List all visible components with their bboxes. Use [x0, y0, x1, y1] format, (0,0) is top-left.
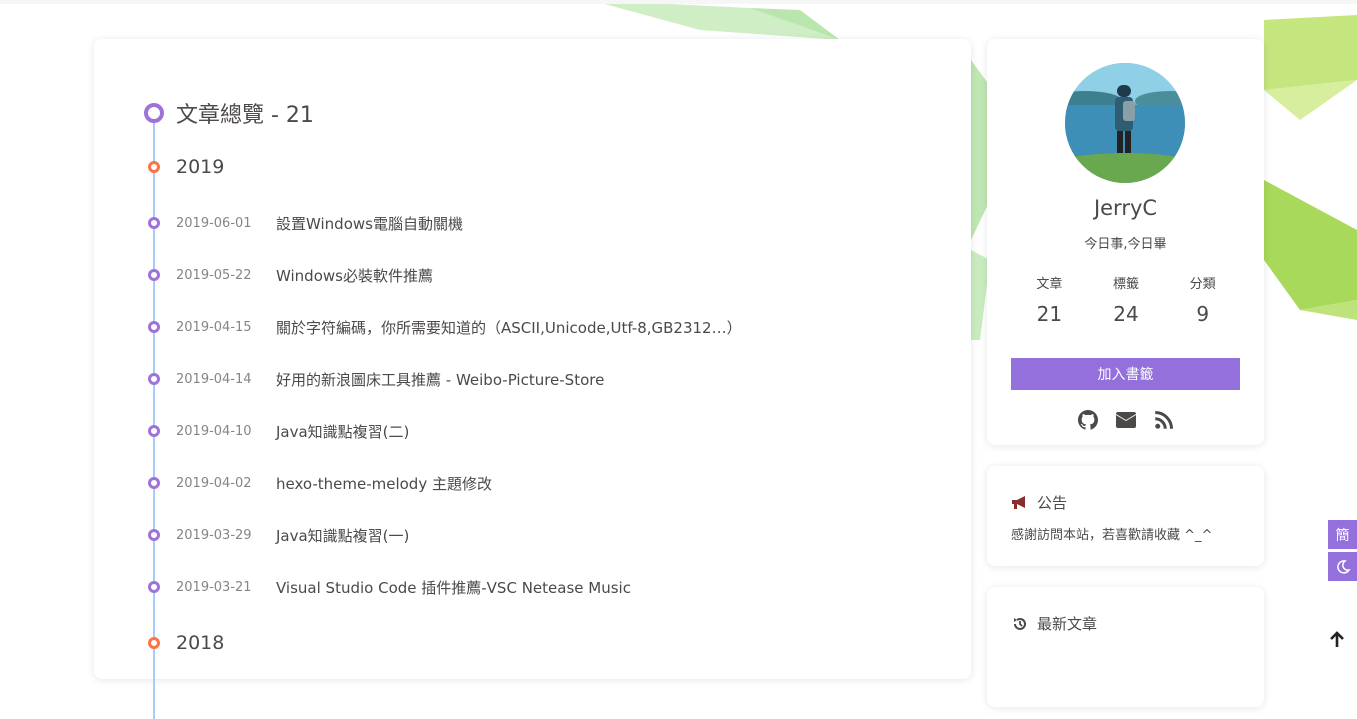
post-date: 2019-04-02	[176, 475, 252, 491]
dark-mode-button[interactable]	[1328, 552, 1357, 581]
megaphone-icon	[1012, 495, 1025, 509]
post-dot	[148, 321, 160, 333]
recent-header: 最新文章	[1011, 613, 1097, 634]
author-card: JerryC 今日事,今日畢 文章 21 標籤 24 分類 9 加入書籤	[987, 39, 1264, 445]
timeline-head-dot	[144, 103, 164, 123]
post-date: 2019-04-14	[176, 371, 252, 387]
avatar	[1065, 63, 1185, 183]
simplified-label: 簡	[1335, 527, 1350, 544]
stat-value: 9	[1196, 302, 1210, 326]
stat-posts[interactable]: 文章 21	[1011, 273, 1088, 326]
top-bar	[0, 0, 1357, 4]
moon-icon	[1336, 559, 1351, 574]
post-dot	[148, 581, 160, 593]
year-label: 2019	[176, 156, 225, 178]
list-item: 2019-04-02 hexo-theme-melody 主題修改	[148, 473, 492, 493]
simplified-chinese-button[interactable]: 簡	[1328, 520, 1357, 549]
archive-title: 文章總覽 - 21	[144, 98, 314, 128]
announcement-text: 感謝訪問本站，若喜歡請收藏 ^_^	[1011, 528, 1213, 543]
post-link[interactable]: hexo-theme-melody 主題修改	[276, 473, 492, 494]
social-links	[987, 410, 1264, 430]
rss-icon[interactable]	[1154, 410, 1174, 430]
stat-label: 標籤	[1113, 277, 1140, 292]
stat-value: 21	[1036, 302, 1063, 326]
list-item: 2019-04-10 Java知識點複習(二)	[148, 421, 409, 441]
post-link[interactable]: 關於字符編碼，你所需要知道的（ASCII,Unicode,Utf-8,GB231…	[276, 317, 742, 338]
year-item: 2018	[148, 631, 224, 655]
post-dot	[148, 373, 160, 385]
email-icon[interactable]	[1115, 410, 1136, 430]
post-link[interactable]: Visual Studio Code 插件推薦-VSC Netease Musi…	[276, 577, 631, 598]
stat-label: 分類	[1189, 277, 1216, 292]
arrow-up-icon[interactable]	[1327, 630, 1347, 650]
post-date: 2019-04-10	[176, 423, 252, 439]
post-link[interactable]: Windows必裝軟件推薦	[276, 265, 433, 286]
stat-value: 24	[1113, 302, 1139, 326]
recent-title: 最新文章	[1037, 615, 1098, 633]
announcement-header: 公告	[1011, 492, 1067, 513]
post-dot	[148, 425, 160, 437]
post-dot	[148, 269, 160, 281]
list-item: 2019-06-01 設置Windows電腦自動關機	[148, 213, 463, 233]
timeline-line	[153, 119, 155, 719]
announcement-title: 公告	[1037, 494, 1068, 512]
post-dot	[148, 477, 160, 489]
author-description: 今日事,今日畢	[1084, 237, 1167, 252]
post-date: 2019-03-29	[176, 527, 252, 543]
list-item: 2019-04-15 關於字符編碼，你所需要知道的（ASCII,Unicode,…	[148, 317, 742, 337]
author-stats: 文章 21 標籤 24 分類 9	[1011, 273, 1241, 326]
year-dot	[148, 161, 160, 173]
bookmark-button[interactable]: 加入書籤	[1011, 358, 1240, 390]
post-link[interactable]: 好用的新浪圖床工具推薦 - Weibo-Picture-Store	[276, 369, 604, 390]
stat-categories[interactable]: 分類 9	[1164, 273, 1241, 326]
post-date: 2019-03-21	[176, 579, 252, 595]
list-item: 2019-03-29 Java知識點複習(一)	[148, 525, 409, 545]
announcement-card: 公告 感謝訪問本站，若喜歡請收藏 ^_^	[987, 466, 1264, 566]
list-item: 2019-05-22 Windows必裝軟件推薦	[148, 265, 433, 285]
year-label: 2018	[176, 632, 225, 654]
recent-posts-card: 最新文章	[987, 587, 1264, 707]
stat-label: 文章	[1036, 277, 1063, 292]
post-link[interactable]: Java知識點複習(一)	[276, 525, 409, 546]
post-link[interactable]: Java知識點複習(二)	[276, 421, 409, 442]
post-date: 2019-06-01	[176, 215, 252, 231]
post-dot	[148, 529, 160, 541]
github-icon[interactable]	[1077, 410, 1098, 430]
post-link[interactable]: 設置Windows電腦自動關機	[276, 213, 463, 234]
stat-tags[interactable]: 標籤 24	[1088, 273, 1165, 326]
post-dot	[148, 217, 160, 229]
year-item: 2019	[148, 155, 224, 179]
list-item: 2019-04-14 好用的新浪圖床工具推薦 - Weibo-Picture-S…	[148, 369, 604, 389]
year-dot	[148, 637, 160, 649]
archive-card: 文章總覽 - 21 2019 2019-06-01 設置Windows電腦自動關…	[94, 39, 971, 719]
post-date: 2019-05-22	[176, 267, 252, 283]
archive-title-text: 文章總覽 - 21	[176, 103, 314, 128]
author-name: JerryC	[1093, 196, 1158, 220]
history-icon	[1014, 617, 1026, 630]
list-item: 2019-03-21 Visual Studio Code 插件推薦-VSC N…	[148, 577, 631, 597]
post-date: 2019-04-15	[176, 319, 252, 335]
